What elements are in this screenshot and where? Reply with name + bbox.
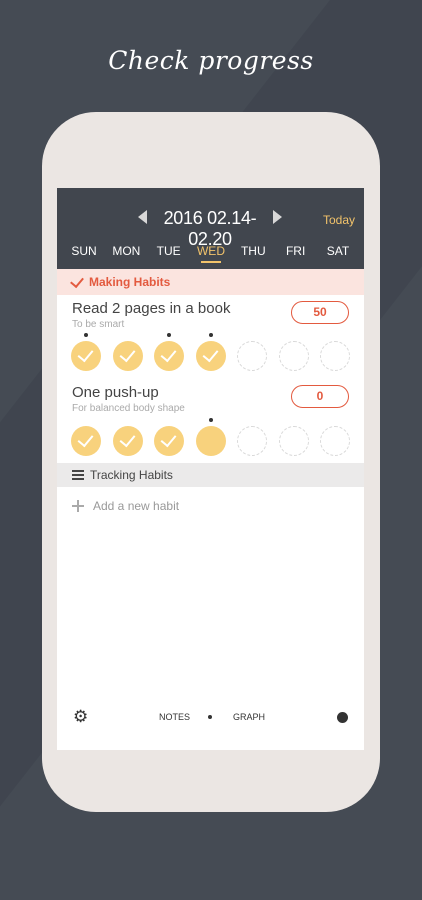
profile-icon[interactable] bbox=[337, 712, 348, 723]
weekday-tabs: SUN MON TUE WED THU FRI SAT bbox=[65, 244, 357, 263]
habit-count-badge[interactable]: 50 bbox=[291, 301, 349, 324]
making-habits-header: Making Habits bbox=[57, 269, 364, 295]
habit-day-circle[interactable] bbox=[237, 426, 267, 456]
day-tue[interactable]: TUE bbox=[150, 244, 188, 262]
habit-day-circle[interactable] bbox=[278, 341, 309, 371]
top-bar: 2016 02.14-02.20 Today SUN MON TUE WED T… bbox=[57, 188, 364, 269]
day-fri[interactable]: FRI bbox=[277, 244, 315, 262]
check-icon bbox=[119, 345, 135, 363]
habit-name[interactable]: One push-up bbox=[72, 384, 159, 401]
chevron-left-icon[interactable] bbox=[138, 210, 147, 224]
note-indicator-dot bbox=[208, 418, 213, 422]
hamburger-icon bbox=[72, 470, 84, 480]
habit-day-circle[interactable] bbox=[154, 426, 184, 456]
habit-check-row bbox=[71, 418, 351, 458]
habit-count-badge[interactable]: 0 bbox=[291, 385, 349, 408]
separator-dot bbox=[208, 715, 212, 719]
habit-day-circle[interactable] bbox=[71, 426, 101, 456]
habit-day-circle[interactable] bbox=[112, 426, 143, 456]
note-indicator-dot bbox=[208, 333, 213, 337]
check-icon bbox=[70, 273, 84, 289]
day-wed[interactable]: WED bbox=[192, 244, 230, 263]
gear-icon[interactable]: ⚙ bbox=[73, 708, 88, 725]
headline: Check progress bbox=[108, 46, 314, 75]
notes-button[interactable]: NOTES bbox=[159, 712, 190, 722]
bottom-bar: ⚙ NOTES GRAPH bbox=[57, 707, 364, 727]
habit-day-circle[interactable] bbox=[320, 426, 350, 456]
habit-check-row bbox=[71, 333, 351, 373]
app-screen: 2016 02.14-02.20 Today SUN MON TUE WED T… bbox=[57, 188, 364, 750]
chevron-right-icon[interactable] bbox=[273, 210, 282, 224]
check-icon bbox=[160, 345, 177, 363]
check-icon bbox=[77, 345, 94, 363]
habit-day-circle[interactable] bbox=[237, 341, 267, 371]
note-indicator-dot bbox=[167, 333, 171, 337]
habit-day-circle[interactable] bbox=[195, 426, 226, 456]
day-sun[interactable]: SUN bbox=[65, 244, 103, 262]
habit-day-circle[interactable] bbox=[112, 341, 143, 371]
check-icon bbox=[119, 430, 135, 448]
habit-subtitle: To be smart bbox=[72, 319, 125, 330]
check-icon bbox=[160, 430, 177, 448]
check-icon bbox=[77, 430, 94, 448]
habit-day-circle[interactable] bbox=[154, 341, 184, 371]
habit-name[interactable]: Read 2 pages in a book bbox=[72, 300, 230, 317]
making-habits-label: Making Habits bbox=[89, 275, 171, 289]
day-thu[interactable]: THU bbox=[234, 244, 272, 262]
day-mon[interactable]: MON bbox=[107, 244, 145, 262]
tracking-habits-header: Tracking Habits bbox=[57, 463, 364, 487]
add-habit-label: Add a new habit bbox=[93, 499, 180, 513]
day-sat[interactable]: SAT bbox=[319, 244, 357, 262]
today-button[interactable]: Today bbox=[323, 213, 355, 227]
habit-day-circle[interactable] bbox=[278, 426, 309, 456]
habit-subtitle: For balanced body shape bbox=[72, 403, 185, 414]
note-indicator-dot bbox=[84, 333, 88, 337]
habit-day-circle[interactable] bbox=[195, 341, 226, 371]
plus-icon bbox=[72, 500, 84, 512]
habit-day-circle[interactable] bbox=[71, 341, 101, 371]
tracking-habits-label: Tracking Habits bbox=[90, 468, 173, 482]
graph-button[interactable]: GRAPH bbox=[233, 712, 265, 722]
check-icon bbox=[202, 345, 218, 363]
habit-day-circle[interactable] bbox=[320, 341, 350, 371]
